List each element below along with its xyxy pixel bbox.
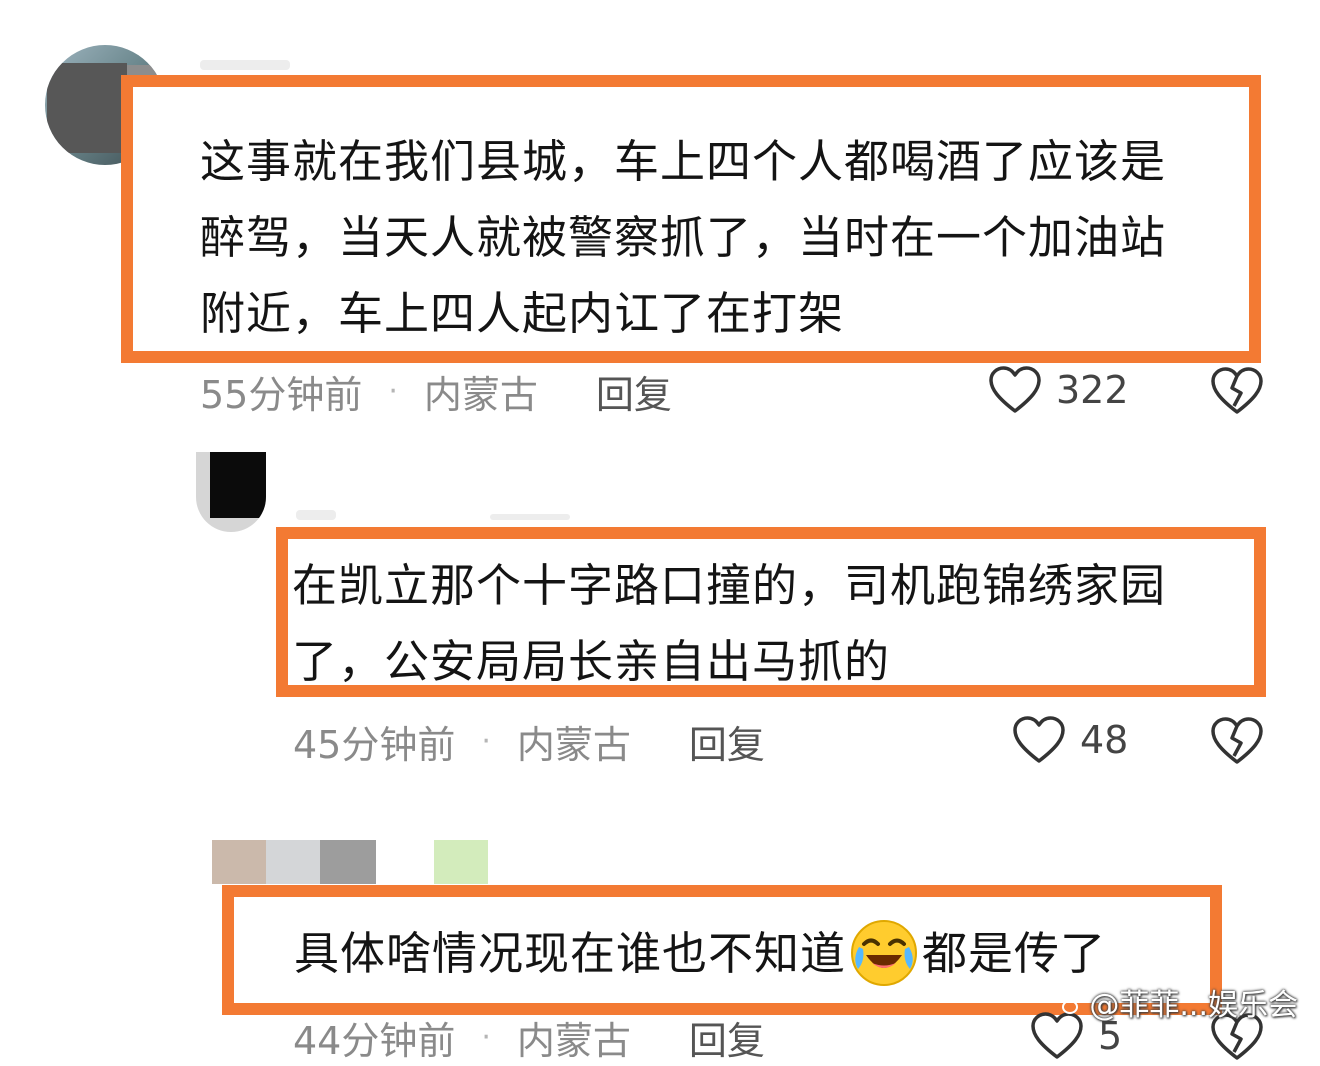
comment-line: 了，公安局局长亲自出马抓的 <box>292 635 891 688</box>
like-count: 322 <box>1056 368 1129 412</box>
username-blurred <box>490 514 570 520</box>
comment-location: 内蒙古 <box>423 372 538 417</box>
like-count: 48 <box>1080 718 1129 762</box>
avatar-blur <box>210 452 266 518</box>
reply-button[interactable]: 回复 <box>689 1010 765 1065</box>
comment-location: 内蒙古 <box>516 722 631 767</box>
reply-button[interactable]: 回复 <box>689 714 765 769</box>
heart-outline-icon <box>989 366 1041 413</box>
meta-separator: · <box>481 723 491 759</box>
broken-heart-icon <box>1211 367 1263 414</box>
comment-time: 45分钟前 <box>293 722 456 767</box>
comment-line: 在凯立那个十字路口撞的，司机跑锦绣家园 <box>292 559 1167 612</box>
comment-line: 具体啥情况现在谁也不知道 <box>294 927 847 980</box>
comment-meta: 45分钟前 · 内蒙古 回复 <box>293 714 765 769</box>
comment-text: 在凯立那个十字路口撞的，司机跑锦绣家园 了，公安局局长亲自出马抓的 <box>292 548 1166 700</box>
broken-heart-icon <box>1211 717 1263 764</box>
like-button[interactable]: 48 <box>1012 714 1128 766</box>
meta-separator: · <box>481 1019 491 1055</box>
comment-line: 这事就在我们县城，车上四个人都喝酒了应该是 <box>200 135 1167 188</box>
avatar[interactable] <box>196 452 266 532</box>
like-button[interactable]: 322 <box>988 364 1129 416</box>
avatar-blur <box>47 63 127 153</box>
avatar-blur <box>212 840 266 884</box>
watermark: @菲菲...娱乐会 <box>1055 980 1298 1024</box>
comment-line: 都是传了 <box>922 927 1107 980</box>
meta-separator: · <box>388 373 398 409</box>
comment-time: 44分钟前 <box>293 1018 456 1063</box>
dislike-button[interactable] <box>1210 366 1264 420</box>
avatar-blur <box>320 840 376 884</box>
dislike-button[interactable] <box>1210 716 1264 770</box>
comment-location: 内蒙古 <box>516 1018 631 1063</box>
comment-meta: 55分钟前 · 内蒙古 回复 <box>200 364 672 419</box>
heart-outline-icon <box>1013 716 1065 763</box>
laughing-crying-emoji-icon <box>850 919 918 987</box>
avatar[interactable] <box>212 840 492 888</box>
avatar-blur <box>434 840 488 884</box>
watermark-text: @菲菲...娱乐会 <box>1089 988 1298 1023</box>
comment-line: 醉驾，当天人就被警察抓了，当时在一个加油站 <box>200 211 1167 264</box>
avatar-blur <box>266 840 320 884</box>
reply-button[interactable]: 回复 <box>596 364 672 419</box>
comment-time: 55分钟前 <box>200 372 363 417</box>
comment-text: 具体啥情况现在谁也不知道 都是传了 <box>294 916 1106 992</box>
username-blurred <box>296 510 336 520</box>
comment-line: 附近，车上四人起内讧了在打架 <box>200 287 845 340</box>
paw-icon <box>1058 988 1082 1014</box>
comment-meta: 44分钟前 · 内蒙古 回复 <box>293 1010 765 1065</box>
comment-text: 这事就在我们县城，车上四个人都喝酒了应该是 醉驾，当天人就被警察抓了，当时在一个… <box>200 124 1166 352</box>
username-blurred <box>200 60 290 70</box>
